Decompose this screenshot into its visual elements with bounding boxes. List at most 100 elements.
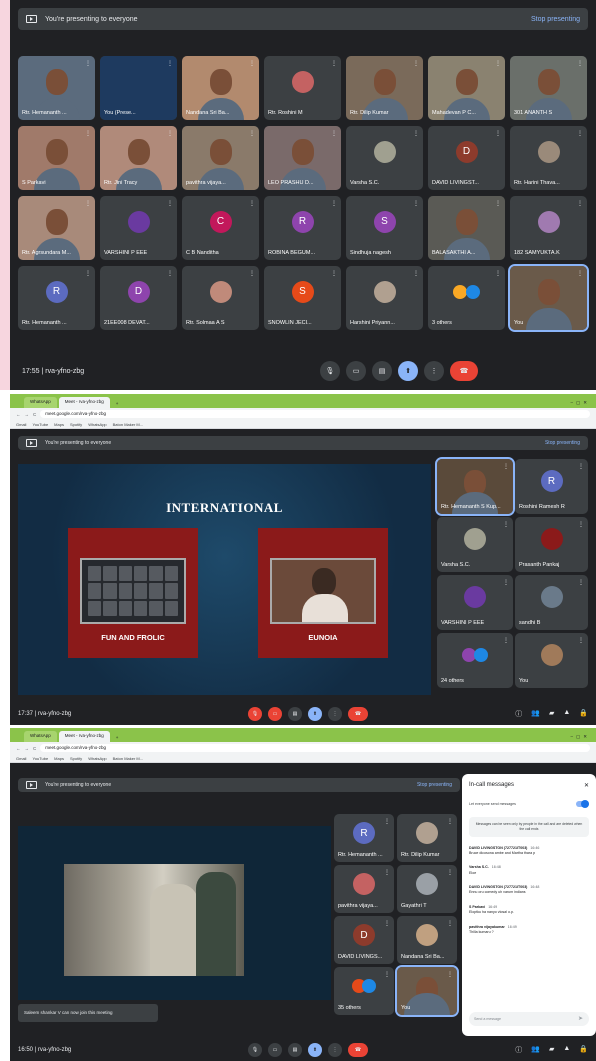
- chat-permission-toggle[interactable]: [576, 800, 589, 808]
- participant-tile[interactable]: ⋮ 24 others: [437, 633, 513, 688]
- reload-icon[interactable]: C: [33, 412, 36, 417]
- more-options-button[interactable]: ⋮: [328, 1043, 342, 1057]
- present-button[interactable]: ⬆: [308, 707, 322, 721]
- participant-tile[interactable]: S ⋮ Sindhuja nagesh: [346, 196, 423, 260]
- tab-meet[interactable]: Meet - rva-yfno-zbg: [58, 397, 110, 408]
- close-icon[interactable]: ✕: [584, 782, 589, 789]
- participant-tile[interactable]: ⋮ 182 SAMYUKTA.K: [510, 196, 587, 260]
- participant-tile[interactable]: ⋮ Rtr. Jini Tracy: [100, 126, 177, 190]
- bookmark-item[interactable]: Baton Maker M...: [113, 756, 143, 761]
- participant-tile[interactable]: ⋮ Mahadevan P C...: [428, 56, 505, 120]
- lock-icon[interactable]: 🔒: [579, 1045, 588, 1055]
- participant-tile[interactable]: ⋮ Rtr. Hemananth S Kup...: [435, 457, 515, 516]
- chat-icon[interactable]: ▰: [549, 709, 554, 719]
- participant-tile[interactable]: ⋮ Nandana Sri Ba...: [182, 56, 259, 120]
- participant-tile[interactable]: R ⋮ Roshini Ramesh R: [515, 459, 588, 514]
- back-icon[interactable]: ←: [16, 746, 21, 751]
- participant-tile[interactable]: ⋮ Rtr. Roshini M: [264, 56, 341, 120]
- people-icon[interactable]: 👥: [531, 1045, 540, 1055]
- bookmark-item[interactable]: Baton Maker M...: [113, 422, 143, 427]
- forward-icon[interactable]: →: [25, 412, 30, 417]
- participant-tile[interactable]: S ⋮ SNOWLIN JECI...: [264, 266, 341, 330]
- camera-button[interactable]: ▭: [268, 1043, 282, 1057]
- new-tab-icon[interactable]: +: [112, 733, 123, 742]
- leave-call-button[interactable]: ☎: [348, 707, 368, 721]
- bookmark-item[interactable]: WhatsApp: [88, 756, 106, 761]
- stop-presenting-button[interactable]: Stop presenting: [417, 782, 452, 788]
- participant-tile[interactable]: ⋮ You: [508, 264, 589, 332]
- participant-tile[interactable]: ⋮ 35 others: [334, 967, 394, 1015]
- participant-tile[interactable]: ⋮ Prasanth Pankaj: [515, 517, 588, 572]
- participant-tile[interactable]: D ⋮ DAVID LIVINGS...: [334, 916, 394, 964]
- participant-tile[interactable]: R ⋮ Rtr. Hemananth ...: [18, 266, 95, 330]
- info-icon[interactable]: ⓘ: [515, 709, 522, 719]
- mic-button[interactable]: 🎙: [248, 1043, 262, 1057]
- present-button[interactable]: ⬆: [398, 361, 418, 381]
- bookmark-item[interactable]: Gmail: [16, 756, 26, 761]
- tab-whatsapp[interactable]: WhatsApp: [24, 397, 57, 408]
- participant-tile[interactable]: ⋮ Varsha S.C.: [346, 126, 423, 190]
- participant-tile[interactable]: ⋮ pavithra vijaya...: [334, 865, 394, 913]
- more-options-button[interactable]: ⋮: [328, 707, 342, 721]
- participant-tile[interactable]: ⋮ Rtr. Solmaa A S: [182, 266, 259, 330]
- tab-whatsapp[interactable]: WhatsApp: [24, 731, 57, 742]
- send-icon[interactable]: ➤: [578, 1015, 583, 1022]
- participant-tile[interactable]: D ⋮ DAVID LIVINGST...: [428, 126, 505, 190]
- url-field[interactable]: meet.google.com/rva-yfno-zbg: [40, 744, 590, 752]
- bookmark-item[interactable]: YouTube: [32, 756, 48, 761]
- bookmark-item[interactable]: Spotify: [70, 422, 82, 427]
- bookmark-item[interactable]: Maps: [54, 422, 64, 427]
- camera-button[interactable]: ▭: [346, 361, 366, 381]
- camera-off-button[interactable]: ▭: [268, 707, 282, 721]
- participant-tile[interactable]: ⋮ VARSHINI P EEE: [100, 196, 177, 260]
- participant-tile[interactable]: ⋮ Harshini Priyann...: [346, 266, 423, 330]
- back-icon[interactable]: ←: [16, 412, 21, 417]
- leave-call-button[interactable]: ☎: [450, 361, 478, 381]
- message-input[interactable]: Send a message ➤: [469, 1012, 589, 1026]
- activities-icon[interactable]: ▲: [563, 709, 570, 719]
- mic-button[interactable]: 🎙: [320, 361, 340, 381]
- participant-tile[interactable]: ⋮ LEO PRASHU D...: [264, 126, 341, 190]
- participant-tile[interactable]: ⋮ Nandana Sri Ba...: [397, 916, 457, 964]
- participant-tile[interactable]: ⋮ Rtr. Dilip Kumar: [397, 814, 457, 862]
- tab-meet[interactable]: Meet - rva-yfno-zbg: [58, 731, 110, 742]
- participant-tile[interactable]: R ⋮ ROBINA BEGUM...: [264, 196, 341, 260]
- participant-tile[interactable]: ⋮ You (Prese...: [100, 56, 177, 120]
- participant-tile[interactable]: ⋮ 3 others: [428, 266, 505, 330]
- chat-icon[interactable]: ▰: [549, 1045, 554, 1055]
- captions-button[interactable]: ▤: [288, 1043, 302, 1057]
- activities-icon[interactable]: ▲: [563, 1045, 570, 1055]
- bookmark-item[interactable]: YouTube: [32, 422, 48, 427]
- participant-tile[interactable]: D ⋮ 21EE008 DEVAT...: [100, 266, 177, 330]
- captions-button[interactable]: ▤: [372, 361, 392, 381]
- forward-icon[interactable]: →: [25, 746, 30, 751]
- more-options-button[interactable]: ⋮: [424, 361, 444, 381]
- stop-presenting-button[interactable]: Stop presenting: [545, 440, 580, 446]
- bookmark-item[interactable]: Spotify: [70, 756, 82, 761]
- people-icon[interactable]: 👥: [531, 709, 540, 719]
- participant-tile[interactable]: ⋮ S Parkavi: [18, 126, 95, 190]
- participant-tile[interactable]: ⋮ Gayathri T: [397, 865, 457, 913]
- bookmark-item[interactable]: Gmail: [16, 422, 26, 427]
- participant-tile[interactable]: R ⋮ Rtr. Hemananth ...: [334, 814, 394, 862]
- mic-off-button[interactable]: 🎙: [248, 707, 262, 721]
- participant-tile[interactable]: ⋮ pavithra vijaya...: [182, 126, 259, 190]
- bookmark-item[interactable]: Maps: [54, 756, 64, 761]
- participant-tile[interactable]: ⋮ sandhi B: [515, 575, 588, 630]
- stop-presenting-button[interactable]: Stop presenting: [531, 16, 580, 23]
- present-button[interactable]: ⬆: [308, 1043, 322, 1057]
- url-field[interactable]: meet.google.com/rva-yfno-zbg: [40, 410, 590, 418]
- participant-tile[interactable]: ⋮ Varsha S.C.: [437, 517, 513, 572]
- participant-tile[interactable]: ⋮ You: [515, 633, 588, 688]
- participant-tile[interactable]: ⋮ VARSHINI P EEE: [437, 575, 513, 630]
- participant-tile[interactable]: ⋮ Rtr. Agrsundara M...: [18, 196, 95, 260]
- participant-tile[interactable]: ⋮ 301 ANANTH S: [510, 56, 587, 120]
- participant-tile[interactable]: ⋮ Rtr. Hemananth ...: [18, 56, 95, 120]
- window-controls[interactable]: –▢✕: [564, 732, 596, 742]
- participant-tile[interactable]: ⋮ You: [395, 965, 459, 1017]
- new-tab-icon[interactable]: +: [112, 399, 123, 408]
- info-icon[interactable]: ⓘ: [515, 1045, 522, 1055]
- participant-tile[interactable]: ⋮ Rtr. Dilip Kumar: [346, 56, 423, 120]
- participant-tile[interactable]: C ⋮ C B Nanditha: [182, 196, 259, 260]
- participant-tile[interactable]: ⋮ Rtr. Harini Thava...: [510, 126, 587, 190]
